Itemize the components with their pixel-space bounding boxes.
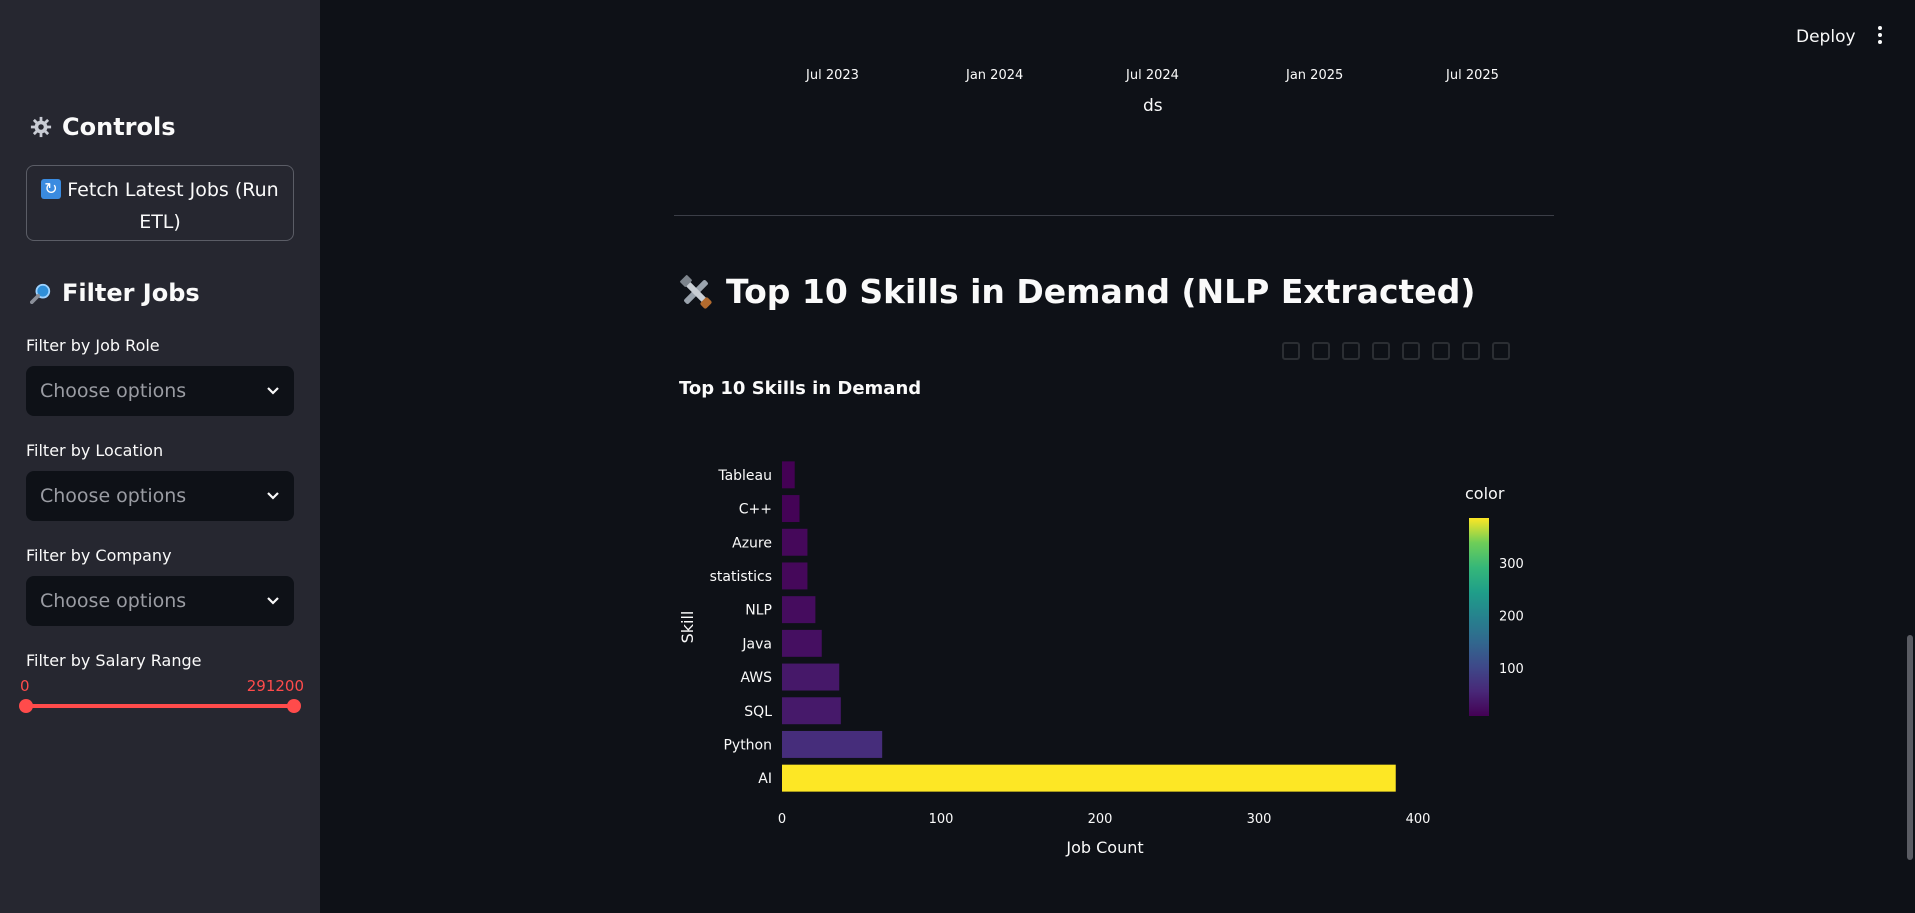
y-tick-label: C++ bbox=[739, 502, 772, 518]
colorbar-title: color bbox=[1465, 484, 1505, 503]
location-select[interactable]: Choose options bbox=[26, 471, 294, 521]
section-divider bbox=[674, 215, 1554, 216]
controls-title: Controls bbox=[62, 113, 176, 141]
location-placeholder: Choose options bbox=[40, 485, 187, 507]
salary-min: 0 bbox=[20, 677, 30, 695]
x-tick-label: 0 bbox=[778, 812, 786, 827]
fullscreen-icon[interactable] bbox=[1492, 342, 1510, 360]
camera-icon[interactable] bbox=[1282, 342, 1300, 360]
chevron-down-icon bbox=[267, 387, 279, 395]
chart-toolbar bbox=[1282, 342, 1510, 360]
prev-x-tick: Jan 2025 bbox=[1286, 68, 1344, 83]
controls-heading: Controls bbox=[30, 113, 176, 141]
salary-max: 291200 bbox=[246, 677, 304, 695]
y-tick-label: AI bbox=[758, 771, 772, 787]
filter-title: Filter Jobs bbox=[62, 279, 200, 307]
y-tick-label: Python bbox=[723, 737, 772, 753]
bar-sql[interactable] bbox=[782, 697, 841, 725]
salary-label: Filter by Salary Range bbox=[26, 651, 202, 670]
y-tick-label: Tableau bbox=[717, 468, 772, 484]
section-title: Top 10 Skills in Demand (NLP Extracted) bbox=[726, 272, 1476, 311]
colorbar-tick-label: 300 bbox=[1499, 557, 1524, 572]
colorbar bbox=[1469, 518, 1489, 716]
job-role-placeholder: Choose options bbox=[40, 380, 187, 402]
bar-aws[interactable] bbox=[782, 663, 840, 691]
autoscale-icon[interactable] bbox=[1432, 342, 1450, 360]
y-tick-label: Azure bbox=[732, 535, 772, 551]
reset-axes-icon[interactable] bbox=[1462, 342, 1480, 360]
bar-statistics[interactable] bbox=[782, 562, 808, 590]
bar-ai[interactable] bbox=[782, 764, 1396, 792]
colorbar-tick-label: 100 bbox=[1499, 662, 1524, 677]
x-tick-label: 100 bbox=[929, 812, 954, 827]
x-tick-label: 400 bbox=[1406, 812, 1431, 827]
x-tick-label: 300 bbox=[1247, 812, 1272, 827]
bar-python[interactable] bbox=[782, 730, 883, 758]
salary-slider-min-handle[interactable] bbox=[19, 699, 33, 713]
salary-slider-max-handle[interactable] bbox=[287, 699, 301, 713]
bar-java[interactable] bbox=[782, 629, 822, 657]
y-tick-label: AWS bbox=[740, 670, 772, 686]
prev-x-axis-label: ds bbox=[1143, 96, 1163, 116]
refresh-icon bbox=[41, 173, 62, 205]
zoom-in-icon[interactable] bbox=[1372, 342, 1390, 360]
salary-slider-track[interactable] bbox=[26, 704, 294, 708]
bar-nlp[interactable] bbox=[782, 596, 816, 624]
magnifier-icon bbox=[30, 283, 51, 304]
x-axis-label: Job Count bbox=[1065, 838, 1143, 857]
y-tick-label: SQL bbox=[744, 704, 772, 720]
x-tick-label: 200 bbox=[1088, 812, 1113, 827]
chevron-down-icon bbox=[267, 492, 279, 500]
bar-c-[interactable] bbox=[782, 495, 800, 523]
company-select[interactable]: Choose options bbox=[26, 576, 294, 626]
salary-values: 0 291200 bbox=[20, 677, 304, 695]
location-label: Filter by Location bbox=[26, 441, 164, 460]
chevron-down-icon bbox=[267, 597, 279, 605]
prev-x-tick: Jul 2024 bbox=[1126, 68, 1179, 83]
fetch-jobs-label: Fetch Latest Jobs (Run ETL) bbox=[67, 179, 279, 233]
company-label: Filter by Company bbox=[26, 546, 172, 565]
deploy-button[interactable]: Deploy bbox=[1796, 27, 1856, 47]
filter-heading: Filter Jobs bbox=[30, 279, 200, 307]
scrollbar[interactable] bbox=[1907, 635, 1913, 860]
prev-x-tick: Jul 2023 bbox=[806, 68, 859, 83]
sidebar: Controls Fetch Latest Jobs (Run ETL) Fil… bbox=[0, 0, 320, 913]
bar-azure[interactable] bbox=[782, 528, 808, 556]
prev-x-tick: Jul 2025 bbox=[1446, 68, 1499, 83]
gear-icon bbox=[30, 116, 52, 138]
pan-icon[interactable] bbox=[1342, 342, 1360, 360]
section-heading: Top 10 Skills in Demand (NLP Extracted) bbox=[678, 272, 1475, 311]
y-axis-label: Skill bbox=[678, 611, 697, 644]
colorbar-tick-label: 200 bbox=[1499, 609, 1524, 624]
job-role-label: Filter by Job Role bbox=[26, 336, 160, 355]
y-tick-label: Java bbox=[741, 636, 772, 652]
zoom-out-icon[interactable] bbox=[1402, 342, 1420, 360]
company-placeholder: Choose options bbox=[40, 590, 187, 612]
tools-icon bbox=[680, 274, 712, 309]
more-menu-icon[interactable] bbox=[1876, 26, 1884, 46]
prev-x-tick: Jan 2024 bbox=[966, 68, 1024, 83]
y-tick-label: statistics bbox=[710, 569, 772, 585]
bar-tableau[interactable] bbox=[782, 461, 795, 489]
job-role-select[interactable]: Choose options bbox=[26, 366, 294, 416]
chart-title: Top 10 Skills in Demand bbox=[679, 378, 922, 399]
fetch-jobs-button[interactable]: Fetch Latest Jobs (Run ETL) bbox=[26, 165, 294, 241]
y-tick-label: NLP bbox=[745, 603, 772, 619]
zoom-icon[interactable] bbox=[1312, 342, 1330, 360]
